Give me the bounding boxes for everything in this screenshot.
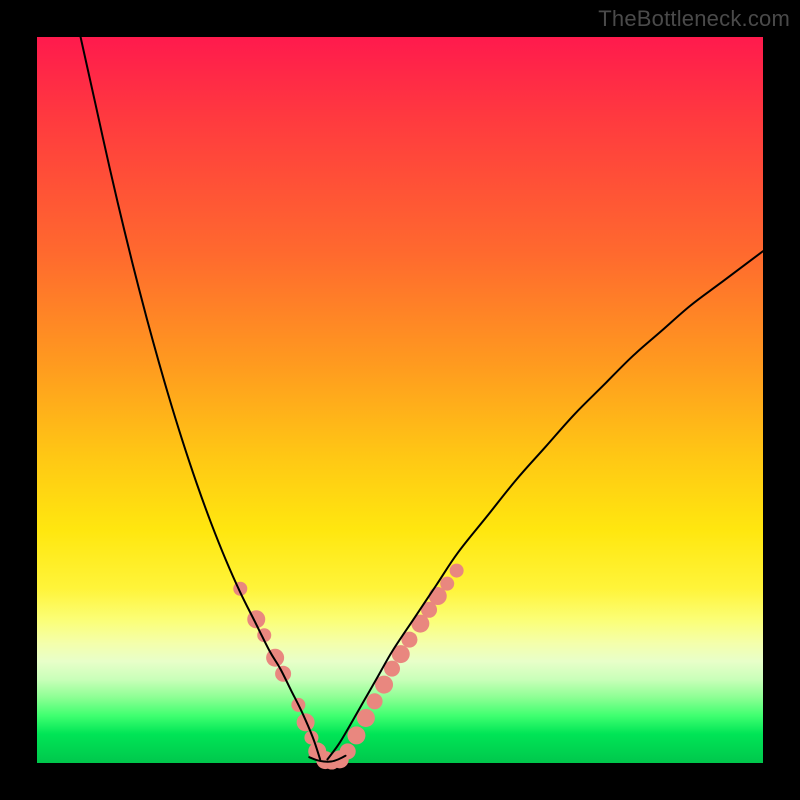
chart-stage: TheBottleneck.com [0, 0, 800, 800]
watermark-text: TheBottleneck.com [598, 6, 790, 32]
plot-area [37, 37, 763, 763]
